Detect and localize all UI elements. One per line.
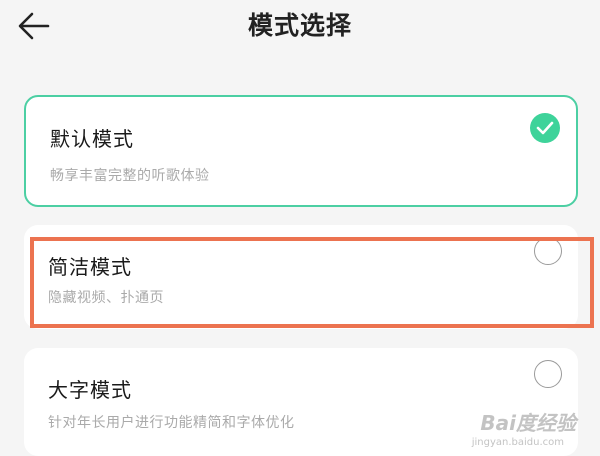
mode-card-default[interactable]: 默认模式 畅享丰富完整的听歌体验 bbox=[24, 95, 578, 207]
mode-title: 默认模式 bbox=[50, 123, 134, 152]
radio-button[interactable] bbox=[534, 237, 562, 265]
mode-description: 隐藏视频、扑通页 bbox=[48, 287, 164, 307]
mode-title: 大字模式 bbox=[48, 374, 132, 403]
mode-title: 简洁模式 bbox=[48, 251, 132, 280]
mode-description: 畅享丰富完整的听歌体验 bbox=[50, 165, 210, 185]
mode-card-simple[interactable]: 简洁模式 隐藏视频、扑通页 bbox=[24, 225, 578, 329]
watermark-url: jingyan.baidu.com bbox=[472, 437, 564, 448]
checkmark-icon bbox=[530, 113, 560, 143]
watermark-logo: Bai度经验 bbox=[480, 407, 576, 436]
top-bar: 模式选择 bbox=[0, 0, 600, 62]
page-title: 模式选择 bbox=[0, 0, 600, 52]
mode-description: 针对年长用户进行功能精简和字体优化 bbox=[48, 412, 295, 432]
radio-button[interactable] bbox=[534, 360, 562, 388]
